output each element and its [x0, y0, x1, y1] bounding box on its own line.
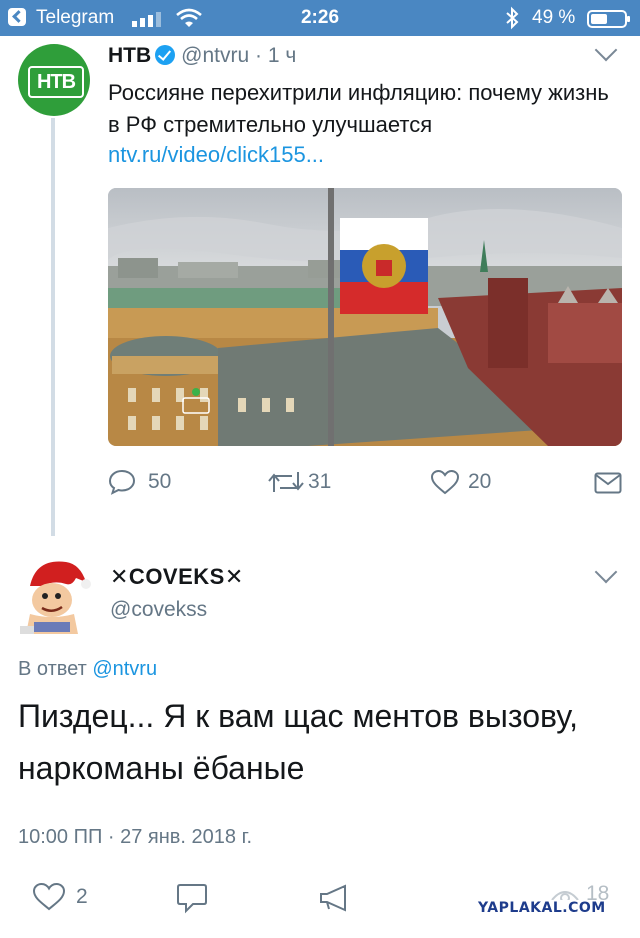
tweet1-retweet-count: 31 — [308, 470, 332, 493]
message-envelope-icon[interactable] — [594, 472, 622, 494]
reply-icon[interactable] — [176, 882, 208, 914]
tweet1-link[interactable]: ntv.ru/video/click155... — [108, 142, 324, 168]
tweet1-header: НТВ @ntvru · 1 ч — [108, 44, 296, 68]
site-watermark: YAPLAKAL.COM — [478, 900, 606, 916]
megaphone-icon[interactable] — [318, 882, 352, 912]
verified-badge-icon — [155, 45, 176, 65]
views-eye-icon — [551, 891, 579, 900]
like-heart-icon[interactable] — [32, 882, 66, 912]
tweet1-time: 1 ч — [267, 44, 297, 67]
coveks-avatar[interactable] — [16, 556, 92, 638]
reply-to-line: В ответ @ntvru — [18, 658, 157, 681]
tweet1-reply-count: 50 — [148, 470, 172, 493]
kremlin-flag-photo — [108, 188, 622, 446]
tweet1-menu-chevron-down-icon[interactable] — [594, 38, 618, 62]
tweet2-date: 10:00 ПП · 27 янв. 2018 г. — [18, 826, 253, 848]
tweet1-handle[interactable]: @ntvru — [181, 44, 249, 67]
battery-percent: 49 % — [532, 7, 576, 28]
tweet1-separator: · — [255, 44, 263, 67]
tweet2-author-name[interactable]: ✕COVEKS✕ — [110, 564, 244, 590]
tweet2-text: Пиздец... Я к вам щас ментов вызову, нар… — [18, 698, 578, 786]
reply-prefix: В ответ — [18, 658, 87, 680]
thread-line — [51, 118, 55, 536]
tweet2-handle[interactable]: @covekss — [110, 598, 207, 622]
reply-mention-link[interactable]: @ntvru — [92, 658, 157, 680]
retweet-icon[interactable] — [268, 470, 304, 494]
tweet1-media-image[interactable] — [108, 188, 622, 446]
ntv-avatar[interactable]: НТВ — [18, 44, 90, 116]
tweet1-text: Россияне перехитрили инфляцию: почему жи… — [108, 80, 609, 137]
reply-icon[interactable] — [108, 468, 136, 496]
bluetooth-icon — [506, 6, 519, 30]
status-bar: Telegram 2:26 49 % — [0, 0, 640, 36]
like-heart-icon[interactable] — [430, 469, 460, 495]
tweet1-author-name[interactable]: НТВ — [108, 44, 151, 67]
tweet2-menu-chevron-down-icon[interactable] — [594, 560, 618, 584]
battery-icon — [587, 10, 630, 28]
ntv-logo: НТВ — [28, 66, 84, 98]
tweet1-like-count: 20 — [468, 470, 492, 493]
tweet2-like-count: 2 — [76, 885, 88, 908]
